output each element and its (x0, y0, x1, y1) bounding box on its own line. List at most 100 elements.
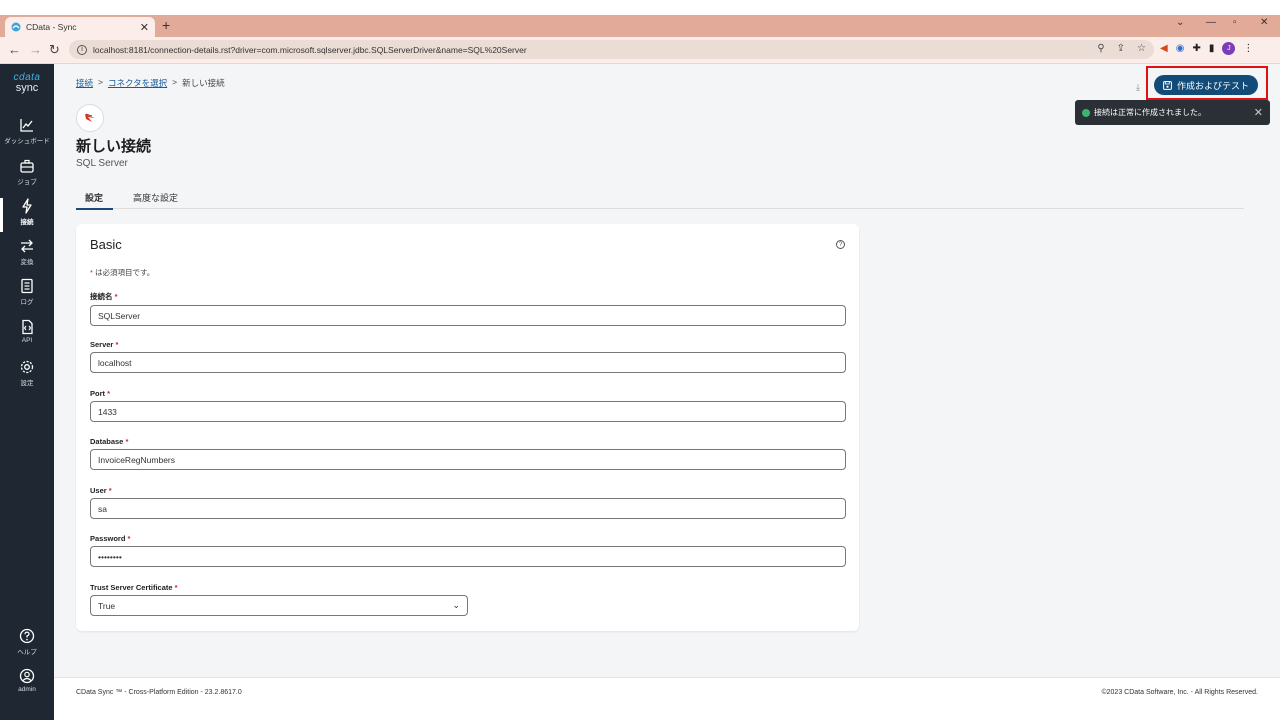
sidebar-item-connections[interactable]: 接続 (0, 198, 54, 236)
logo-bottom-text: sync (15, 82, 39, 94)
required-star: * (127, 534, 131, 543)
sidebar-item-label: admin (18, 686, 36, 693)
field-label-text: Server (90, 340, 114, 349)
field-label: Password * (90, 534, 846, 543)
window-close-icon[interactable]: ✕ (1260, 17, 1268, 28)
footer-version: CData Sync ™ - Cross-Platform Edition - … (76, 689, 242, 696)
field-label: Port * (90, 389, 846, 398)
reload-icon[interactable]: ↻ (49, 42, 60, 58)
chart-icon (20, 119, 33, 132)
app-window: CData - Sync ✕ + ⌄ — ▫ ✕ ← → ↻ i localho… (0, 0, 1280, 720)
close-tab-icon[interactable]: ✕ (140, 21, 149, 34)
trust-server-certificate-field: Trust Server Certificate * True ⌄ (90, 583, 468, 616)
zoom-icon[interactable]: ⚲ (1097, 43, 1104, 54)
field-label: User * (90, 486, 846, 495)
create-and-test-label: 作成およびテスト (1176, 80, 1249, 91)
toast-message: 接続は正常に作成されました。 (1094, 108, 1206, 117)
bookmark-star-icon[interactable]: ☆ (1137, 43, 1146, 54)
required-note: * は必須項目です。 (90, 267, 154, 278)
api-icon (22, 319, 33, 335)
required-star: * (115, 340, 119, 349)
sidebar-item-label: ジョブ (17, 179, 37, 186)
breadcrumb-current: 新しい接続 (182, 78, 225, 88)
required-star: * (125, 437, 129, 446)
sidebar-item-dashboard[interactable]: ダッシュボード (0, 117, 54, 155)
sidebar-item-label: ダッシュボード (4, 138, 50, 145)
page-title: 新しい接続 (76, 138, 152, 155)
share-icon[interactable]: ⇪ (1117, 43, 1125, 54)
page-footer: CData Sync ™ - Cross-Platform Edition - … (54, 677, 1280, 720)
sidepanel-icon[interactable]: ▮ (1209, 43, 1215, 54)
database-input[interactable]: InvoiceRegNumbers (90, 449, 846, 470)
password-field: Password * •••••••• (90, 534, 846, 567)
browser-tab-title: CData - Sync (26, 22, 77, 32)
log-icon (21, 278, 33, 294)
sidebar-item-label: 設定 (20, 380, 34, 387)
site-info-icon[interactable]: i (77, 44, 87, 55)
field-label-text: Database (90, 437, 124, 446)
minimize-icon[interactable]: — (1206, 17, 1216, 28)
required-star: * (108, 486, 112, 495)
required-star: * (114, 292, 118, 301)
breadcrumb-separator: > (98, 77, 103, 87)
tab-search-icon[interactable]: ⌄ (1176, 17, 1184, 28)
port-input[interactable]: 1433 (90, 401, 846, 422)
required-star: * (107, 389, 111, 398)
sidebar-item-jobs[interactable]: ジョブ (0, 158, 54, 196)
server-field: Server * localhost (90, 340, 846, 373)
sidebar-item-help[interactable]: ヘルプ (0, 628, 54, 666)
save-icon (1163, 80, 1172, 90)
breadcrumb-select-connector-link[interactable]: コネクタを選択 (108, 77, 167, 89)
success-check-icon (1082, 108, 1090, 117)
footer-copyright: ©2023 CData Software, Inc. - All Rights … (1101, 689, 1258, 696)
field-label-text: Trust Server Certificate (90, 583, 173, 592)
extension-shield-icon[interactable]: ◉ (1176, 43, 1185, 54)
database-field: Database * InvoiceRegNumbers (90, 437, 846, 470)
sidebar-item-settings[interactable]: 設定 (0, 359, 54, 397)
back-icon[interactable]: ← (8, 42, 21, 57)
server-input[interactable]: localhost (90, 352, 846, 373)
address-bar[interactable]: i localhost:8181/connection-details.rst?… (69, 40, 1154, 59)
sidebar-item-admin[interactable]: admin (0, 668, 54, 706)
connection-name-input[interactable]: SQLServer (90, 305, 846, 326)
profile-avatar[interactable]: J (1222, 42, 1236, 55)
restore-icon[interactable]: ▫ (1233, 17, 1237, 28)
briefcase-icon (20, 159, 34, 173)
download-icon[interactable]: ⤓ (1136, 82, 1140, 93)
tab-settings[interactable]: 設定 (75, 191, 114, 210)
field-label: 接続名 * (90, 291, 846, 302)
toast-close-icon[interactable]: ✕ (1254, 106, 1263, 119)
port-field: Port * 1433 (90, 389, 846, 422)
create-and-test-button[interactable]: 作成およびテスト (1154, 75, 1258, 95)
user-field: User * sa (90, 486, 846, 519)
trust-server-certificate-select[interactable]: True ⌄ (90, 595, 468, 616)
browser-tabbar: CData - Sync ✕ (0, 15, 1280, 37)
sidebar-item-label: 変換 (20, 259, 34, 266)
field-label: Server * (90, 340, 846, 349)
extension-megaphone-icon[interactable]: ◀ (1160, 43, 1168, 54)
password-input[interactable]: •••••••• (90, 546, 846, 567)
sidebar-item-api[interactable]: API (0, 319, 54, 357)
browser-menu-icon[interactable]: ⋮ (1243, 43, 1253, 54)
select-value: True (98, 600, 116, 611)
field-label: Database * (90, 437, 846, 446)
help-icon[interactable]: ? (836, 240, 845, 249)
browser-tab[interactable]: CData - Sync ✕ (5, 17, 155, 37)
sidebar-item-logs[interactable]: ログ (0, 278, 54, 316)
field-label: Trust Server Certificate * (90, 583, 468, 592)
transform-icon (21, 239, 33, 253)
connection-name-field: 接続名 * SQLServer (90, 291, 846, 326)
new-tab-icon[interactable]: + (162, 17, 170, 33)
field-label-text: Port (90, 389, 105, 398)
chevron-down-icon: ⌄ (452, 600, 460, 610)
field-label-text: Password (90, 534, 126, 543)
user-input[interactable]: sa (90, 498, 846, 519)
tab-advanced-settings[interactable]: 高度な設定 (133, 191, 178, 204)
bolt-icon (22, 198, 32, 214)
cdata-sync-logo: cdata sync (0, 73, 54, 94)
forward-icon[interactable]: → (29, 42, 42, 57)
extensions-puzzle-icon[interactable]: ✚ (1192, 43, 1200, 54)
breadcrumb-connections-link[interactable]: 接続 (76, 77, 93, 89)
breadcrumb-separator: > (172, 77, 178, 87)
sidebar-item-transform[interactable]: 変換 (0, 238, 54, 276)
